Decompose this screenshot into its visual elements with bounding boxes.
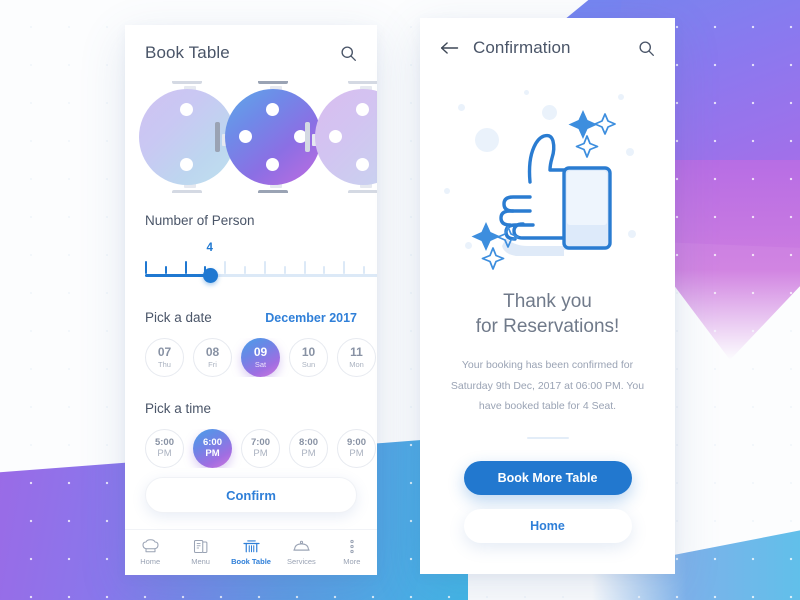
slider-handle[interactable] [202, 268, 218, 283]
time-chip-meridiem: PM [301, 447, 316, 459]
time-chip-hour: 6:00 [202, 436, 222, 448]
date-chip[interactable]: 11 Mon [337, 338, 376, 377]
nav-item-label: Menu [191, 557, 210, 566]
time-chip-meridiem: PM [157, 447, 172, 459]
time-chip-hour: 8:00 [298, 436, 318, 448]
plate-icon [266, 103, 279, 116]
chef-hat-icon [142, 539, 159, 554]
date-chip-day: 10 [301, 345, 316, 360]
home-button[interactable]: Home [463, 508, 632, 543]
pick-a-time-label: Pick a time [145, 401, 212, 416]
nav-item-label: More [343, 557, 361, 566]
nav-item-label: Services [287, 557, 316, 566]
date-chip-weekday: Fri [208, 359, 217, 369]
time-chip-row[interactable]: 5:00PM6:00PM7:00PM8:00PM9:00PM10:00PM [125, 429, 377, 468]
time-chip[interactable]: 6:00 PM [193, 429, 232, 468]
confirmation-message-line-1: Your booking has been confirmed for [461, 359, 634, 372]
room-service-icon [293, 539, 310, 554]
time-chip-meridiem: PM [205, 447, 220, 459]
back-arrow-icon[interactable] [440, 39, 460, 57]
time-chip-meridiem: PM [349, 447, 364, 459]
pick-a-date-label: Pick a date [145, 310, 212, 325]
thumbs-up-illustration [420, 70, 675, 285]
page-title: Confirmation [473, 38, 571, 57]
date-chip[interactable]: 10 Sun [289, 338, 328, 377]
book-table-screen: Book Table Number of Person 4 Pick a dat… [125, 25, 377, 575]
bottom-navigation[interactable]: Home Menu Book Table Services More [125, 529, 377, 575]
search-icon[interactable] [340, 45, 357, 62]
date-chip-row[interactable]: 07Thu08Fri09Sat10Sun11Mon12Tue [125, 338, 377, 377]
plate-icon [266, 158, 279, 171]
menu-book-icon [192, 539, 209, 554]
date-chip-weekday: Mon [349, 359, 364, 369]
time-chip-hour: 5:00 [154, 436, 174, 448]
slider-value-label: 4 [206, 242, 213, 254]
slider-ticks [145, 260, 377, 274]
table-options-carousel[interactable] [125, 81, 377, 193]
date-chip[interactable]: 07 Thu [145, 338, 184, 377]
date-chip-weekday: Thu [158, 359, 171, 369]
table-surface [315, 89, 377, 185]
plate-icon [180, 158, 193, 171]
confirmation-header: Confirmation [420, 18, 675, 64]
confirmation-message: Your booking has been confirmed for Satu… [420, 355, 675, 416]
book-more-table-button[interactable]: Book More Table [463, 460, 632, 495]
thank-you-heading: Thank you for Reservations! [420, 289, 675, 339]
app-screenshot: Book Table Number of Person 4 Pick a dat… [0, 0, 800, 600]
table-option-next[interactable] [305, 81, 377, 193]
pick-a-date-row: Pick a date December 2017 [125, 310, 377, 325]
table-option-2-seat[interactable] [139, 81, 235, 193]
month-selector[interactable]: December 2017 [265, 311, 357, 325]
book-table-header: Book Table [125, 25, 377, 69]
sparkle-icon [568, 110, 616, 158]
number-of-person-slider[interactable]: 4 [125, 242, 377, 288]
confirmation-message-line-2: Saturday 9th Dec, 2017 at 06:00 PM. You [450, 379, 645, 392]
confirmation-message-line-3: have booked table for 4 Seat. [478, 400, 617, 413]
number-of-person-label: Number of Person [145, 213, 255, 228]
confirm-button[interactable]: Confirm [145, 477, 357, 513]
nav-item-label: Home [140, 557, 161, 566]
date-chip-day: 07 [157, 345, 172, 360]
date-chip[interactable]: 08 Fri [193, 338, 232, 377]
thank-you-line-1: Thank you [503, 291, 592, 312]
plate-icon [356, 103, 369, 116]
time-chip[interactable]: 8:00 PM [289, 429, 328, 468]
page-title: Book Table [145, 43, 230, 62]
nav-item-services[interactable]: Services [276, 539, 326, 566]
time-chip[interactable]: 5:00 PM [145, 429, 184, 468]
date-chip[interactable]: 09 Sat [241, 338, 280, 377]
nav-item-book-table[interactable]: Book Table [226, 539, 276, 566]
nav-item-more[interactable]: More [327, 539, 377, 566]
date-chip-day: 11 [350, 345, 363, 360]
nav-item-home[interactable]: Home [125, 539, 175, 566]
slider-fill [145, 274, 211, 277]
nav-item-menu[interactable]: Menu [175, 539, 225, 566]
search-icon[interactable] [638, 40, 655, 57]
date-chip-day: 08 [205, 345, 220, 360]
plate-icon [239, 130, 252, 143]
plate-icon [356, 158, 369, 171]
date-chip-weekday: Sat [254, 359, 267, 369]
time-chip-hour: 7:00 [250, 436, 270, 448]
time-chip[interactable]: 7:00 PM [241, 429, 280, 468]
thank-you-line-2: for Reservations! [475, 316, 620, 338]
table-icon [242, 539, 260, 554]
date-chip-day: 09 [253, 345, 268, 360]
time-chip-hour: 9:00 [346, 436, 366, 448]
nav-item-label: Book Table [231, 557, 271, 566]
plate-icon [329, 130, 342, 143]
confirmation-screen: Confirmation Thank you for Reservations!… [420, 18, 675, 574]
time-chip[interactable]: 9:00 PM [337, 429, 376, 468]
time-chip-meridiem: PM [253, 447, 268, 459]
more-dots-icon [343, 539, 360, 554]
divider [526, 436, 569, 439]
date-chip-weekday: Sun [301, 359, 316, 369]
plate-icon [180, 103, 193, 116]
